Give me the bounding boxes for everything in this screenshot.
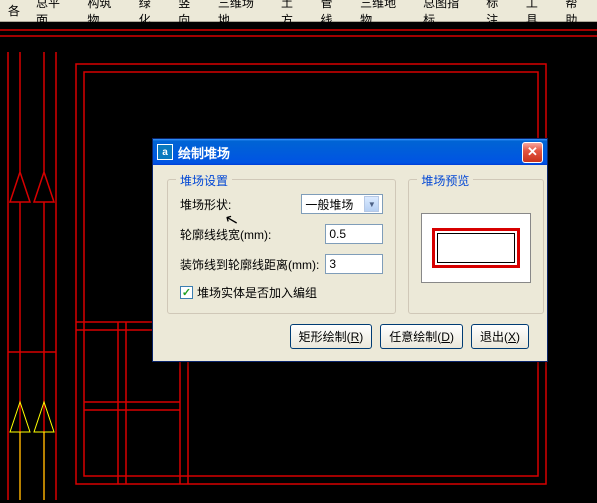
app-icon: a (157, 144, 173, 160)
menu-item[interactable]: 土方 (273, 0, 313, 31)
exit-button[interactable]: 退出(X) (471, 324, 529, 349)
menu-item[interactable]: 三维地物 (352, 0, 415, 31)
menu-item[interactable]: 三维场地 (210, 0, 273, 31)
menu-item[interactable]: 标注 (478, 0, 518, 31)
outline-width-label: 轮廓线线宽(mm): (180, 226, 271, 243)
decoration-distance-label: 装饰线到轮廓线距离(mm): (180, 256, 319, 273)
menu-bar: 各 总平面 构筑物 绿化 竖向 三维场地 土方 管线 三维地物 总图指标 标注 … (0, 0, 597, 22)
group-checkbox-label: 堆场实体是否加入编组 (197, 284, 317, 301)
free-draw-button[interactable]: 任意绘制(D) (380, 324, 463, 349)
close-button[interactable]: ✕ (522, 142, 543, 163)
menu-item[interactable]: 工具 (518, 0, 558, 31)
draw-yard-dialog: a 绘制堆场 ✕ 堆场设置 堆场形状: 一般堆场 ▼ 轮廓线线宽(mm): (152, 138, 548, 362)
menu-item[interactable]: 总平面 (28, 0, 79, 31)
menu-item[interactable]: 帮助 (557, 0, 597, 31)
menu-item[interactable]: 各 (0, 0, 28, 22)
outline-width-input[interactable] (325, 224, 383, 244)
shape-label: 堆场形状: (180, 196, 231, 213)
shape-value: 一般堆场 (305, 196, 353, 213)
menu-item[interactable]: 竖向 (170, 0, 210, 31)
preview-legend: 堆场预览 (417, 172, 473, 189)
close-icon: ✕ (527, 144, 538, 160)
menu-item[interactable]: 管线 (313, 0, 353, 31)
menu-item[interactable]: 构筑物 (79, 0, 130, 31)
chevron-down-icon: ▼ (364, 196, 379, 212)
rect-draw-button[interactable]: 矩形绘制(R) (290, 324, 373, 349)
check-icon: ✓ (182, 286, 191, 299)
menu-item[interactable]: 绿化 (131, 0, 171, 31)
menu-item[interactable]: 总图指标 (415, 0, 478, 31)
dialog-title: 绘制堆场 (178, 143, 522, 162)
shape-combobox[interactable]: 一般堆场 ▼ (301, 194, 383, 214)
preview-group: 堆场预览 (408, 179, 544, 314)
decoration-distance-input[interactable] (325, 254, 383, 274)
settings-group: 堆场设置 堆场形状: 一般堆场 ▼ 轮廓线线宽(mm): 装饰线到轮廓线距离(m… (167, 179, 396, 314)
group-checkbox[interactable]: ✓ (180, 286, 193, 299)
settings-legend: 堆场设置 (176, 172, 232, 189)
dialog-titlebar[interactable]: a 绘制堆场 ✕ (153, 139, 547, 165)
preview-canvas (421, 213, 531, 283)
